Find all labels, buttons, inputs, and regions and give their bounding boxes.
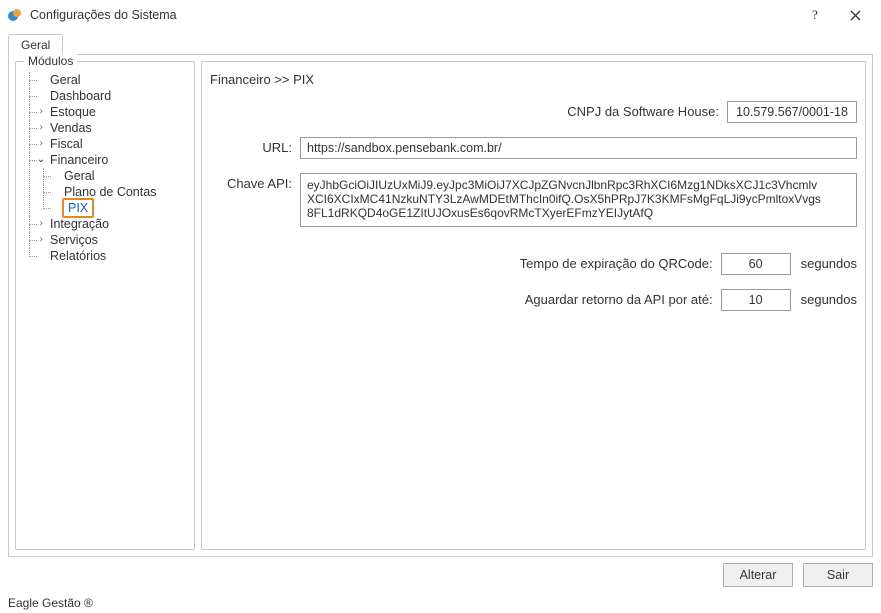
api-wait-field[interactable] xyxy=(721,289,791,311)
sair-button[interactable]: Sair xyxy=(803,563,873,587)
svg-text:?: ? xyxy=(812,8,818,22)
window-title: Configurações do Sistema xyxy=(30,8,795,22)
tree-item-relatorios[interactable]: Relatórios xyxy=(38,248,188,264)
tree-item-integracao[interactable]: ›Integração xyxy=(38,216,188,232)
module-tree[interactable]: Geral Dashboard ›Estoque ›Vendas ›Fiscal… xyxy=(22,72,188,264)
app-icon xyxy=(6,6,24,24)
blank-icon xyxy=(50,171,60,181)
alterar-button[interactable]: Alterar xyxy=(723,563,793,587)
chevron-right-icon[interactable]: › xyxy=(36,235,46,245)
blank-icon xyxy=(36,75,46,85)
titlebar: Configurações do Sistema ? xyxy=(0,0,881,30)
sidebar-panel: Módulos Geral Dashboard ›Estoque ›Vendas… xyxy=(15,61,195,550)
chevron-right-icon[interactable]: › xyxy=(36,123,46,133)
qrcode-exp-suffix: segundos xyxy=(791,253,857,271)
tree-item-estoque[interactable]: ›Estoque xyxy=(38,104,188,120)
breadcrumb: Financeiro >> PIX xyxy=(208,72,859,97)
tree-item-vendas[interactable]: ›Vendas xyxy=(38,120,188,136)
chevron-right-icon[interactable]: › xyxy=(36,107,46,117)
blank-icon xyxy=(50,203,60,213)
qrcode-exp-label: Tempo de expiração do QRCode: xyxy=(520,253,721,271)
tree-item-geral[interactable]: Geral xyxy=(38,72,188,88)
chevron-right-icon[interactable]: › xyxy=(36,139,46,149)
chevron-down-icon[interactable]: ⌄ xyxy=(36,155,46,165)
sidebar-legend: Módulos xyxy=(24,54,77,68)
api-key-field[interactable] xyxy=(300,173,857,227)
cnpj-field[interactable] xyxy=(727,101,857,123)
statusbar: Eagle Gestão ® xyxy=(0,593,881,613)
cnpj-label: CNPJ da Software House: xyxy=(567,101,727,119)
url-field[interactable] xyxy=(300,137,857,159)
close-button[interactable] xyxy=(835,1,875,29)
blank-icon xyxy=(36,91,46,101)
blank-icon xyxy=(36,251,46,261)
api-wait-suffix: segundos xyxy=(791,289,857,307)
tree-item-fin-pix[interactable]: PIX xyxy=(52,200,188,216)
tree-item-servicos[interactable]: ›Serviços xyxy=(38,232,188,248)
api-wait-label: Aguardar retorno da API por até: xyxy=(525,289,721,307)
main-panel: Financeiro >> PIX CNPJ da Software House… xyxy=(201,61,866,550)
blank-icon xyxy=(50,187,60,197)
tree-item-financeiro[interactable]: ⌄Financeiro xyxy=(38,152,188,168)
chevron-right-icon[interactable]: › xyxy=(36,219,46,229)
tab-geral[interactable]: Geral xyxy=(8,34,63,55)
api-key-label: Chave API: xyxy=(210,173,300,191)
url-label: URL: xyxy=(210,137,300,155)
help-button[interactable]: ? xyxy=(795,1,835,29)
tree-item-fin-geral[interactable]: Geral xyxy=(52,168,188,184)
tabstrip: Geral xyxy=(8,32,873,54)
tree-item-fiscal[interactable]: ›Fiscal xyxy=(38,136,188,152)
qrcode-exp-field[interactable] xyxy=(721,253,791,275)
tree-item-dashboard[interactable]: Dashboard xyxy=(38,88,188,104)
statusbar-text: Eagle Gestão ® xyxy=(8,596,93,610)
